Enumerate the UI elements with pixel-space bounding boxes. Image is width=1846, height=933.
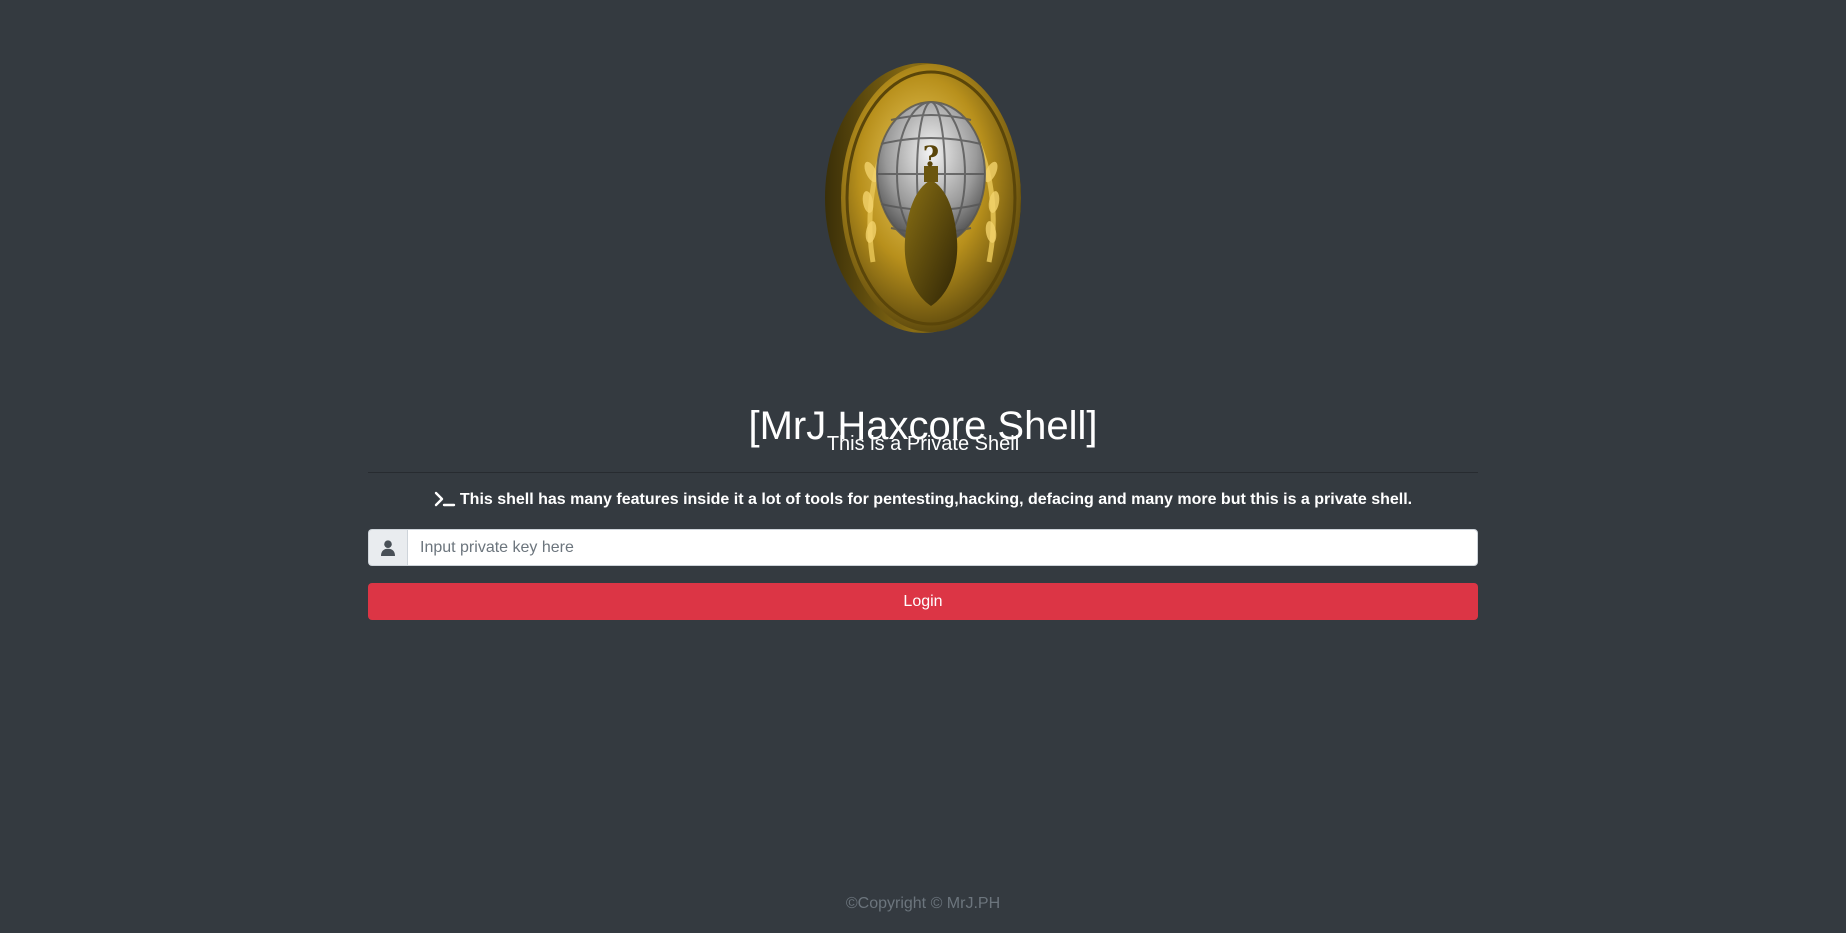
description-text: This shell has many features inside it a… — [459, 491, 1413, 508]
emblem-container: ? — [0, 62, 1846, 334]
divider — [368, 472, 1478, 473]
page-subtitle: This is a Private Shell — [826, 433, 1020, 455]
private-key-input-group — [368, 529, 1478, 566]
login-page: ? [MrJ Haxcore Shell] This is a Private … — [0, 0, 1846, 933]
description: This shell has many features inside it a… — [0, 489, 1846, 514]
terminal-icon — [434, 491, 456, 514]
user-icon-prepend — [368, 529, 407, 566]
user-icon — [381, 539, 395, 556]
footer-copyright: ©Copyright © MrJ.PH — [845, 895, 1001, 912]
anonymous-emblem-logo: ? — [825, 63, 1021, 333]
private-key-input[interactable] — [407, 529, 1478, 566]
login-button[interactable]: Login — [368, 583, 1478, 620]
svg-text:?: ? — [923, 140, 939, 173]
